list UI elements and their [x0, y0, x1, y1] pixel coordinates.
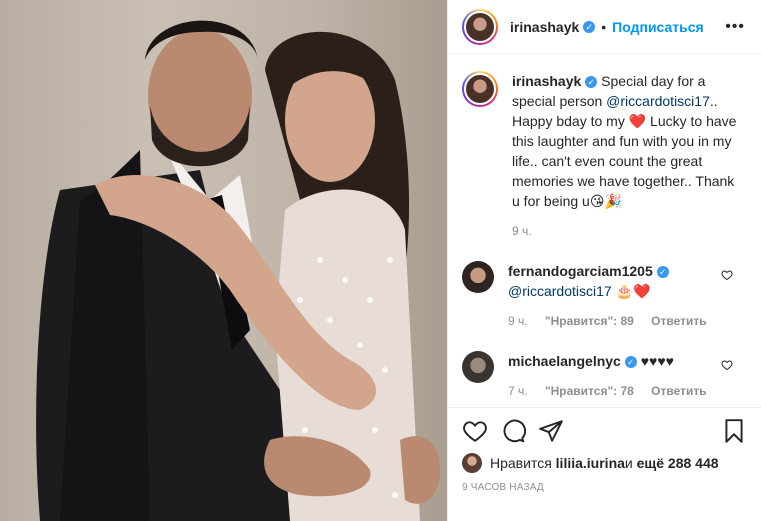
reply-button[interactable]: Ответить: [651, 384, 706, 398]
comment-username[interactable]: fernandogarciam1205: [508, 263, 653, 279]
verified-badge-icon: ✓: [583, 20, 596, 33]
verified-badge-icon: ✓: [624, 356, 637, 369]
author-avatar[interactable]: [462, 8, 498, 45]
comment-bubble-icon[interactable]: [500, 418, 526, 444]
more-options-icon[interactable]: •••: [725, 18, 745, 36]
like-comment-heart-icon[interactable]: [721, 269, 733, 281]
like-heart-icon[interactable]: [462, 418, 488, 444]
reply-button[interactable]: Ответить: [651, 314, 706, 328]
commenter-avatar[interactable]: [462, 261, 494, 293]
comment-time[interactable]: 9 ч.: [508, 314, 528, 328]
comment-body: fernandogarciam1205 ✓ @riccardotisci17 🎂❤…: [508, 261, 728, 331]
liker-avatar[interactable]: [462, 453, 482, 473]
like-comment-heart-icon[interactable]: [721, 359, 733, 371]
likes-summary: Нравится liliia.iurina и ещё 288 448: [462, 453, 747, 473]
likes-middle: и: [624, 455, 633, 471]
comment-time[interactable]: 7 ч.: [508, 384, 528, 398]
post-header: irinashayk ✓ • Подписаться •••: [448, 0, 761, 54]
post-photo-illustration: [36, 20, 440, 521]
post-panel: irinashayk ✓ • Подписаться ••• irinashay…: [447, 0, 761, 521]
comment-item: fernandogarciam1205 ✓ @riccardotisci17 🎂❤…: [462, 261, 747, 331]
comment-text: 🎂❤️: [611, 283, 651, 299]
comment-body: michaelangelnyc ✓ ♥♥♥♥ 7 ч. "Нравится": 7…: [508, 351, 728, 401]
post-photo[interactable]: [0, 0, 447, 521]
posted-time[interactable]: 9 ЧАСОВ НАЗАД: [462, 482, 544, 493]
comment-likes[interactable]: "Нравится": 78: [545, 384, 634, 398]
comment-text: ♥♥♥♥: [636, 353, 674, 369]
verified-badge-icon: ✓: [656, 266, 669, 279]
comment-mention[interactable]: @riccardotisci17: [508, 283, 612, 299]
likes-prefix: Нравится: [490, 455, 552, 471]
follow-button[interactable]: Подписаться: [612, 19, 704, 35]
caption-time[interactable]: 9 ч.: [512, 221, 742, 241]
comment-meta: 9 ч. "Нравится": 89 Ответить: [508, 311, 728, 331]
caption-mention[interactable]: @riccardotisci17: [606, 93, 710, 109]
comment-meta: 7 ч. "Нравится": 78 Ответить: [508, 381, 728, 401]
comment-likes[interactable]: "Нравится": 89: [545, 314, 634, 328]
heart-emoji: ❤️: [628, 113, 647, 129]
comments-list[interactable]: irinashayk ✓ Special day for a special pe…: [448, 55, 761, 407]
share-paper-plane-icon[interactable]: [538, 418, 564, 444]
separator-dot: •: [601, 18, 607, 35]
author-username[interactable]: irinashayk: [510, 19, 579, 35]
comment-item: michaelangelnyc ✓ ♥♥♥♥ 7 ч. "Нравится": 7…: [462, 351, 747, 401]
verified-badge-icon: ✓: [585, 76, 598, 89]
commenter-avatar[interactable]: [462, 351, 494, 383]
caption-username[interactable]: irinashayk: [512, 73, 581, 89]
caption-avatar[interactable]: [462, 71, 498, 107]
caption-body: irinashayk ✓ Special day for a special pe…: [512, 71, 742, 241]
comment-username[interactable]: michaelangelnyc: [508, 353, 621, 369]
action-bar: [448, 407, 761, 453]
likes-count[interactable]: ещё 288 448: [637, 455, 719, 471]
bookmark-icon[interactable]: [721, 418, 747, 444]
caption-emoji: 😘🎉: [589, 193, 622, 209]
caption: irinashayk ✓ Special day for a special pe…: [462, 71, 747, 241]
liker-username[interactable]: liliia.iurina: [556, 455, 625, 471]
instagram-post: irinashayk ✓ • Подписаться ••• irinashay…: [0, 0, 761, 521]
